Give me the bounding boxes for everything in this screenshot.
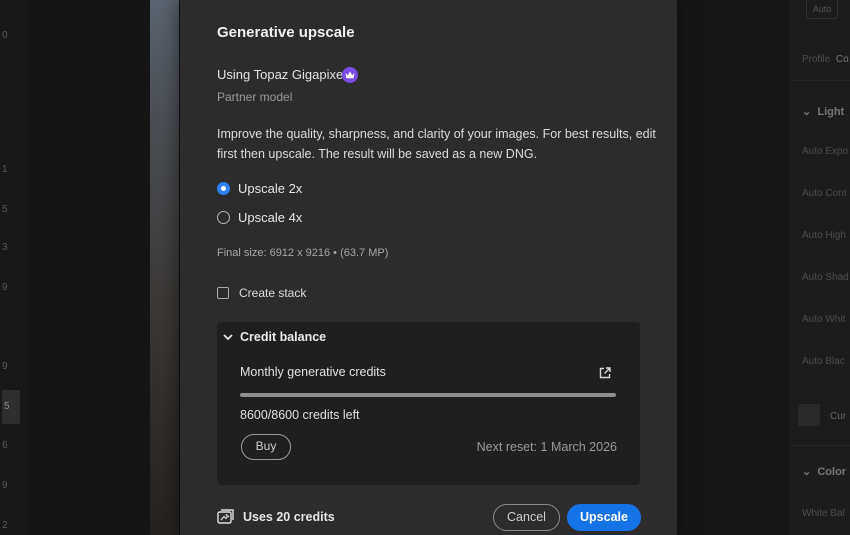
credit-balance-header: Credit balance xyxy=(240,330,327,344)
filmstrip-index-column: 0 1 5 3 9 9 5 6 9 2 xyxy=(0,0,28,535)
index-number: 3 xyxy=(2,242,8,253)
curve-label: Cur xyxy=(830,411,847,422)
auto-whites-label: Auto Whit xyxy=(802,314,846,325)
credits-left-text: 8600/8600 credits left xyxy=(240,408,360,422)
divider xyxy=(792,80,850,81)
credit-balance-panel: Credit balance Monthly generative credit… xyxy=(217,322,640,485)
create-stack-option[interactable]: Create stack xyxy=(217,286,306,300)
auto-button[interactable]: Auto xyxy=(806,0,838,19)
upscale-button[interactable]: Upscale xyxy=(567,504,641,531)
create-stack-checkbox[interactable] xyxy=(217,287,229,299)
light-section-header[interactable]: ⌄ Light xyxy=(802,105,844,118)
monthly-credits-label: Monthly generative credits xyxy=(240,365,386,379)
index-number: 9 xyxy=(2,282,8,293)
credits-progress-bar xyxy=(240,393,616,397)
credits-icon xyxy=(217,509,234,524)
uses-credits: Uses 20 credits xyxy=(217,509,335,524)
index-number: 9 xyxy=(2,480,8,491)
upscale-2x-option[interactable]: Upscale 2x xyxy=(217,181,302,196)
final-size-text: Final size: 6912 x 9216 • (63.7 MP) xyxy=(217,247,389,259)
index-number: 9 xyxy=(2,361,8,372)
model-name: Using Topaz Gigapixel xyxy=(217,67,347,82)
crown-icon xyxy=(342,67,358,83)
auto-contrast-label: Auto Cont xyxy=(802,188,847,199)
auto-exposure-label: Auto Expo xyxy=(802,146,849,157)
color-section-header[interactable]: ⌄ Color xyxy=(802,465,846,478)
left-panel xyxy=(28,0,150,535)
index-number: 6 xyxy=(2,440,8,451)
create-stack-label: Create stack xyxy=(239,286,307,300)
buy-button[interactable]: Buy xyxy=(241,434,291,460)
next-reset-text: Next reset: 1 March 2026 xyxy=(476,440,617,454)
upscale-4x-option[interactable]: Upscale 4x xyxy=(217,210,302,225)
divider xyxy=(792,445,850,446)
index-number: 2 xyxy=(2,520,8,531)
auto-blacks-label: Auto Blac xyxy=(802,356,845,367)
generative-upscale-dialog: Generative upscale Using Topaz Gigapixel… xyxy=(180,0,677,535)
auto-highlights-label: Auto High xyxy=(802,230,846,241)
upscale-4x-label: Upscale 4x xyxy=(238,210,303,225)
white-balance-label: White Bal xyxy=(802,508,845,519)
radio-selected[interactable] xyxy=(217,182,230,195)
auto-shadows-label: Auto Shad xyxy=(802,272,849,283)
index-number-active: 5 xyxy=(2,390,20,424)
index-number: 1 xyxy=(2,164,8,175)
curve-icon[interactable] xyxy=(798,404,820,426)
photo-preview xyxy=(150,0,180,535)
profile-label: Profile Co xyxy=(802,54,849,65)
partner-model-label: Partner model xyxy=(217,90,293,104)
cancel-button[interactable]: Cancel xyxy=(493,504,560,531)
external-link-icon[interactable] xyxy=(599,367,611,379)
chevron-down-icon xyxy=(223,333,233,340)
credits-progress-fill xyxy=(240,393,616,397)
dialog-title: Generative upscale xyxy=(217,24,355,41)
upscale-2x-label: Upscale 2x xyxy=(238,181,303,196)
radio-unselected[interactable] xyxy=(217,211,230,224)
index-number: 5 xyxy=(2,204,8,215)
dialog-description: Improve the quality, sharpness, and clar… xyxy=(217,127,656,161)
credit-balance-toggle[interactable]: Credit balance xyxy=(223,330,326,344)
index-number: 0 xyxy=(2,30,8,41)
uses-credits-label: Uses 20 credits xyxy=(243,509,335,524)
